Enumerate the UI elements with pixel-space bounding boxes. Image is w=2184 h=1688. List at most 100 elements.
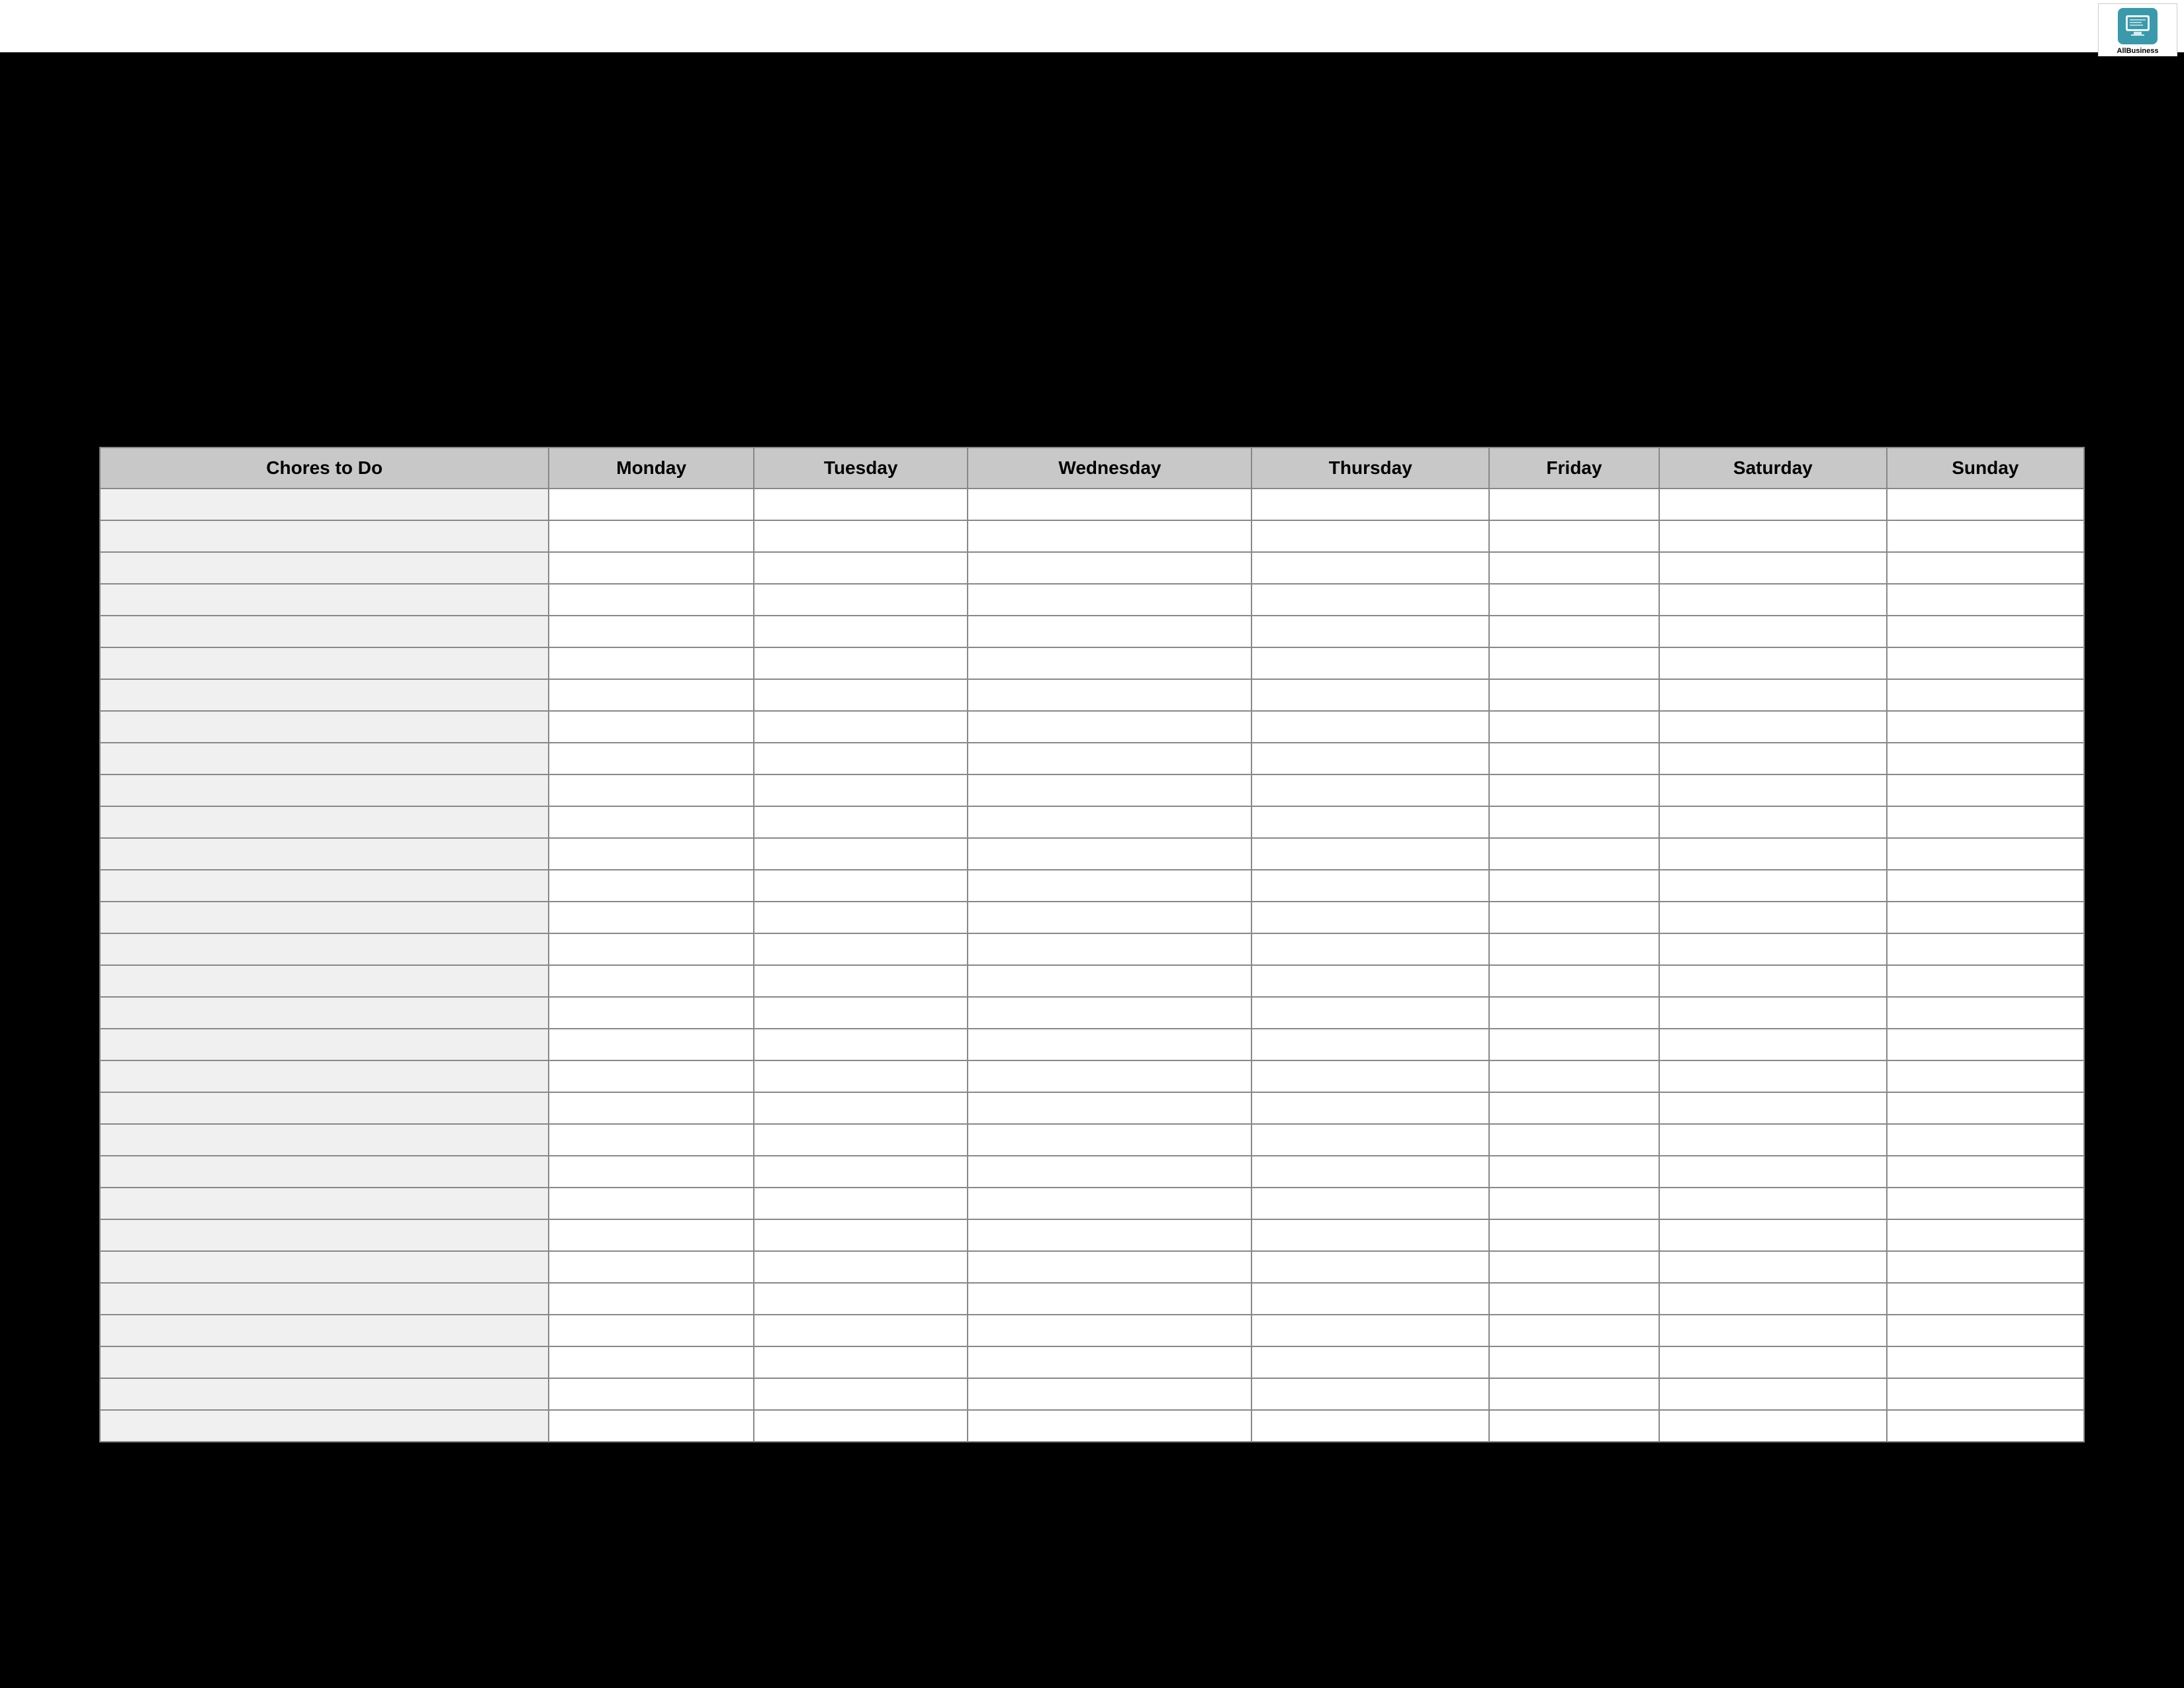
day-cell[interactable]: [968, 838, 1251, 870]
day-cell[interactable]: [1489, 1410, 1659, 1442]
day-cell[interactable]: [1251, 1060, 1489, 1092]
day-cell[interactable]: [754, 806, 968, 838]
day-cell[interactable]: [968, 1188, 1251, 1219]
day-cell[interactable]: [1659, 1346, 1887, 1378]
day-cell[interactable]: [754, 1092, 968, 1124]
day-cell[interactable]: [1887, 711, 2084, 743]
day-cell[interactable]: [1659, 489, 1887, 520]
day-cell[interactable]: [1659, 1188, 1887, 1219]
day-cell[interactable]: [968, 743, 1251, 774]
day-cell[interactable]: [1887, 1156, 2084, 1188]
day-cell[interactable]: [1251, 1092, 1489, 1124]
day-cell[interactable]: [1489, 616, 1659, 647]
day-cell[interactable]: [1887, 584, 2084, 616]
day-cell[interactable]: [1659, 1092, 1887, 1124]
day-cell[interactable]: [1489, 1092, 1659, 1124]
day-cell[interactable]: [1251, 933, 1489, 965]
day-cell[interactable]: [1659, 743, 1887, 774]
day-cell[interactable]: [1659, 584, 1887, 616]
chore-name-cell[interactable]: [100, 1219, 549, 1251]
day-cell[interactable]: [1489, 1283, 1659, 1315]
day-cell[interactable]: [754, 647, 968, 679]
day-cell[interactable]: [549, 902, 754, 933]
day-cell[interactable]: [1887, 1124, 2084, 1156]
day-cell[interactable]: [1887, 997, 2084, 1029]
day-cell[interactable]: [754, 933, 968, 965]
day-cell[interactable]: [754, 774, 968, 806]
day-cell[interactable]: [1659, 774, 1887, 806]
chore-name-cell[interactable]: [100, 1315, 549, 1346]
day-cell[interactable]: [1489, 1219, 1659, 1251]
day-cell[interactable]: [754, 1251, 968, 1283]
day-cell[interactable]: [754, 552, 968, 584]
day-cell[interactable]: [968, 774, 1251, 806]
day-cell[interactable]: [1659, 838, 1887, 870]
chore-name-cell[interactable]: [100, 806, 549, 838]
day-cell[interactable]: [1251, 1188, 1489, 1219]
day-cell[interactable]: [1251, 870, 1489, 902]
day-cell[interactable]: [968, 1060, 1251, 1092]
day-cell[interactable]: [1489, 774, 1659, 806]
day-cell[interactable]: [1251, 1410, 1489, 1442]
day-cell[interactable]: [1887, 1219, 2084, 1251]
day-cell[interactable]: [968, 1124, 1251, 1156]
chore-name-cell[interactable]: [100, 933, 549, 965]
day-cell[interactable]: [1659, 616, 1887, 647]
day-cell[interactable]: [1251, 489, 1489, 520]
day-cell[interactable]: [1887, 1315, 2084, 1346]
day-cell[interactable]: [754, 1346, 968, 1378]
day-cell[interactable]: [549, 1410, 754, 1442]
chore-name-cell[interactable]: [100, 1346, 549, 1378]
day-cell[interactable]: [549, 1188, 754, 1219]
day-cell[interactable]: [968, 902, 1251, 933]
day-cell[interactable]: [754, 965, 968, 997]
day-cell[interactable]: [968, 1156, 1251, 1188]
day-cell[interactable]: [754, 520, 968, 552]
day-cell[interactable]: [968, 711, 1251, 743]
day-cell[interactable]: [1251, 1251, 1489, 1283]
chore-name-cell[interactable]: [100, 552, 549, 584]
day-cell[interactable]: [1489, 679, 1659, 711]
day-cell[interactable]: [1659, 1156, 1887, 1188]
day-cell[interactable]: [1251, 1315, 1489, 1346]
day-cell[interactable]: [1251, 743, 1489, 774]
day-cell[interactable]: [549, 1283, 754, 1315]
day-cell[interactable]: [1887, 616, 2084, 647]
chore-name-cell[interactable]: [100, 679, 549, 711]
day-cell[interactable]: [968, 1346, 1251, 1378]
chore-name-cell[interactable]: [100, 520, 549, 552]
day-cell[interactable]: [549, 870, 754, 902]
day-cell[interactable]: [549, 616, 754, 647]
day-cell[interactable]: [1887, 1251, 2084, 1283]
day-cell[interactable]: [1489, 902, 1659, 933]
day-cell[interactable]: [549, 997, 754, 1029]
day-cell[interactable]: [1887, 647, 2084, 679]
day-cell[interactable]: [1251, 1219, 1489, 1251]
chore-name-cell[interactable]: [100, 743, 549, 774]
day-cell[interactable]: [1489, 997, 1659, 1029]
day-cell[interactable]: [1251, 1156, 1489, 1188]
day-cell[interactable]: [754, 743, 968, 774]
day-cell[interactable]: [549, 1251, 754, 1283]
day-cell[interactable]: [549, 1092, 754, 1124]
day-cell[interactable]: [1251, 616, 1489, 647]
day-cell[interactable]: [1251, 1346, 1489, 1378]
day-cell[interactable]: [1489, 489, 1659, 520]
day-cell[interactable]: [1887, 1283, 2084, 1315]
chore-name-cell[interactable]: [100, 838, 549, 870]
day-cell[interactable]: [754, 1315, 968, 1346]
day-cell[interactable]: [1489, 647, 1659, 679]
day-cell[interactable]: [1887, 774, 2084, 806]
chore-name-cell[interactable]: [100, 1060, 549, 1092]
day-cell[interactable]: [968, 806, 1251, 838]
day-cell[interactable]: [968, 933, 1251, 965]
day-cell[interactable]: [1887, 1346, 2084, 1378]
day-cell[interactable]: [968, 584, 1251, 616]
day-cell[interactable]: [1489, 552, 1659, 584]
day-cell[interactable]: [1887, 902, 2084, 933]
day-cell[interactable]: [1251, 806, 1489, 838]
day-cell[interactable]: [1489, 965, 1659, 997]
day-cell[interactable]: [1251, 965, 1489, 997]
day-cell[interactable]: [1489, 1378, 1659, 1410]
day-cell[interactable]: [1251, 1283, 1489, 1315]
